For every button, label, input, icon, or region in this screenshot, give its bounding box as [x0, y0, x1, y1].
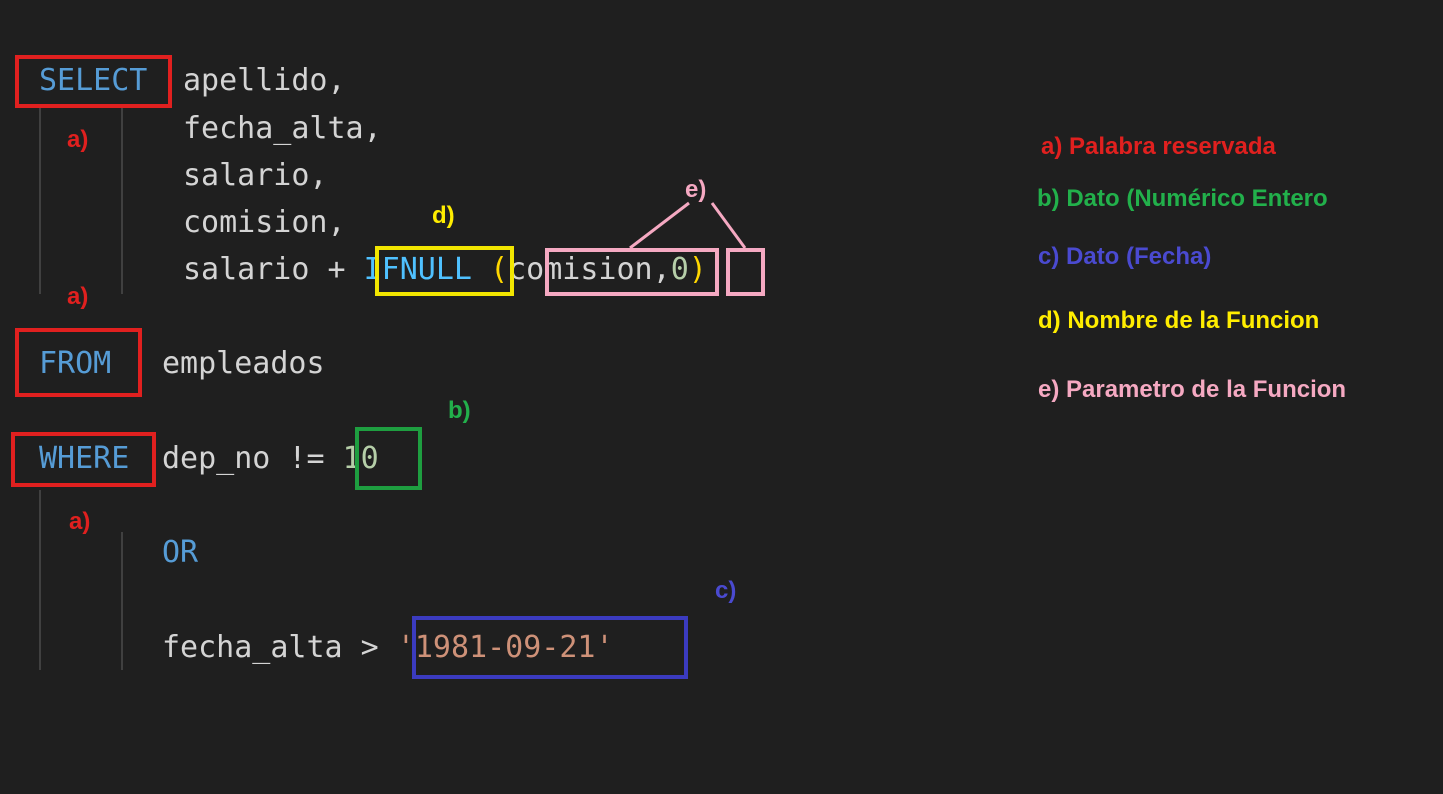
marker-a-select: a)	[67, 126, 89, 153]
marker-a-where: a)	[69, 508, 91, 535]
legend-integer-data: b) Dato (Numérico Entero	[1037, 185, 1328, 212]
legend-function-name: d) Nombre de la Funcion	[1038, 307, 1320, 334]
legend-function-param: e) Parametro de la Funcion	[1038, 376, 1347, 403]
legend-date-data: c) Dato (Fecha)	[1038, 243, 1212, 270]
marker-d: d)	[432, 202, 455, 229]
marker-c: c)	[715, 577, 737, 604]
marker-a-from: a)	[67, 283, 89, 310]
marker-e: e)	[685, 176, 707, 203]
legend-reserved-word: a) Palabra reservada	[1041, 133, 1276, 160]
marker-b: b)	[448, 397, 471, 424]
